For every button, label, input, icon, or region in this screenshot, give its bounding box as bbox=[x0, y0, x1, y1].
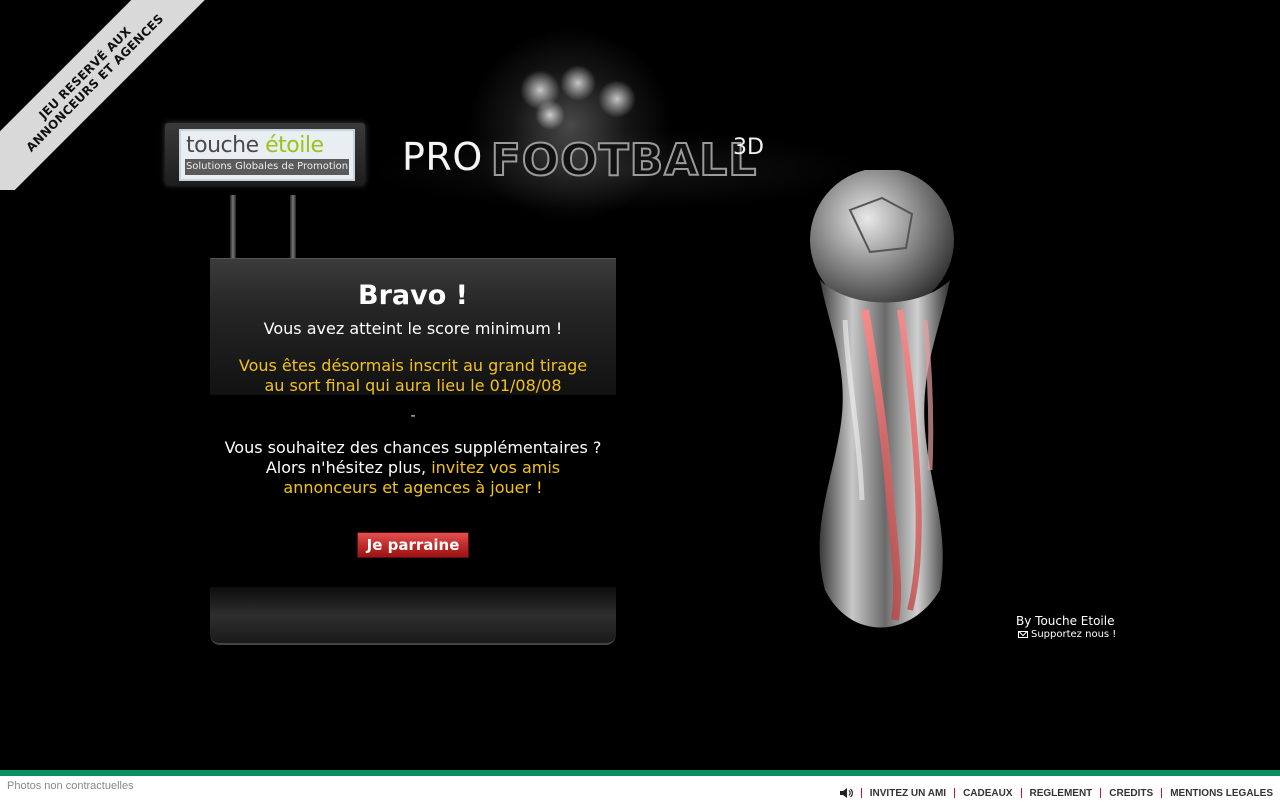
title-glow bbox=[470, 30, 670, 220]
footer-disclaimer: Photos non contractuelles bbox=[7, 780, 134, 792]
extra-chances-message: Vous souhaitez des chances supplémentair… bbox=[210, 438, 616, 498]
footer-link-credits[interactable]: CREDITS bbox=[1109, 788, 1153, 799]
extra-line-1: Vous souhaitez des chances supplémentair… bbox=[224, 438, 602, 457]
footer-separator bbox=[1020, 788, 1022, 798]
result-panel: Bravo ! Vous avez atteint le score minim… bbox=[210, 258, 616, 645]
mail-icon bbox=[1018, 631, 1028, 638]
glow-dot bbox=[560, 65, 596, 101]
credit-by: By Touche Etoile bbox=[1016, 614, 1115, 628]
footer-link-rules[interactable]: REGLEMENT bbox=[1030, 788, 1093, 799]
invite-highlight: invitez vos amis bbox=[431, 458, 561, 477]
footer-link-legal[interactable]: MENTIONS LEGALES bbox=[1170, 788, 1273, 799]
logo-word-etoile: étoile bbox=[265, 133, 324, 158]
footer-separator bbox=[1161, 788, 1163, 798]
extra-line-2: Alors n'hésitez plus, bbox=[265, 458, 432, 477]
brand-sign: touche étoile Solutions Globales de Prom… bbox=[165, 123, 365, 185]
logo-word-touche: touche bbox=[186, 133, 266, 158]
footer-link-gifts[interactable]: CADEAUX bbox=[963, 788, 1012, 799]
sign-pole-left bbox=[230, 195, 236, 260]
score-message: Vous avez atteint le score minimum ! bbox=[263, 319, 563, 338]
footer-separator bbox=[860, 788, 862, 798]
footer-nav: INVITEZ UN AMI CADEAUX REGLEMENT CREDITS… bbox=[839, 787, 1273, 799]
ribbon-line-1: JEU RESERVÉ AUX bbox=[36, 24, 134, 122]
ribbon-line-2: ANNONCEURS ET AGENCES bbox=[23, 11, 167, 155]
support-label: Supportez nous ! bbox=[1031, 629, 1117, 640]
draw-line-1: Vous êtes désormais inscrit au grand tir… bbox=[238, 356, 588, 375]
sponsor-button[interactable]: Je parraine bbox=[357, 532, 469, 558]
result-heading: Bravo ! bbox=[358, 280, 468, 311]
draw-message: Vous êtes désormais inscrit au grand tir… bbox=[210, 356, 616, 396]
brand-logo: touche étoile Solutions Globales de Prom… bbox=[179, 129, 355, 181]
separator: - bbox=[410, 408, 416, 424]
logo-tagline: Solutions Globales de Promotion bbox=[185, 159, 349, 175]
title-football: FOOTBALL bbox=[490, 134, 758, 187]
sign-pole-right bbox=[290, 195, 296, 260]
title-pro: PRO bbox=[402, 135, 483, 179]
footer-separator bbox=[1100, 788, 1102, 798]
glow-dot bbox=[598, 80, 636, 118]
footer-link-invite[interactable]: INVITEZ UN AMI bbox=[870, 788, 946, 799]
footer: Photos non contractuelles INVITEZ UN AMI… bbox=[0, 776, 1280, 802]
footer-separator bbox=[954, 788, 956, 798]
title-3d: 3D bbox=[733, 135, 764, 160]
speaker-icon[interactable] bbox=[839, 787, 853, 799]
extra-line-3: annonceurs et agences à jouer ! bbox=[283, 478, 543, 497]
support-link[interactable]: Supportez nous ! bbox=[1018, 629, 1116, 640]
glow-dot bbox=[535, 100, 565, 130]
trophy-image bbox=[810, 170, 954, 628]
panel-footer-bg bbox=[210, 587, 616, 645]
draw-line-2: au sort final qui aura lieu le 01/08/08 bbox=[264, 376, 562, 395]
game-stage: JEU RESERVÉ AUX ANNONCEURS ET AGENCES to… bbox=[0, 0, 1280, 802]
game-title: PRO FOOTBALL 3D bbox=[402, 134, 764, 187]
